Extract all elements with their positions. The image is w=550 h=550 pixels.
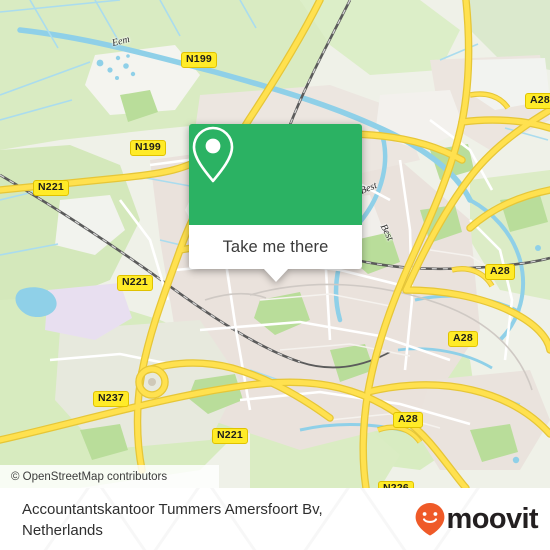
moovit-logo[interactable]: moovit — [414, 502, 539, 536]
road-shield: N221 — [212, 428, 248, 444]
road-shield: A28 — [525, 93, 550, 109]
card-cta-area[interactable]: Take me there — [189, 225, 362, 282]
road-shield: N221 — [117, 275, 153, 291]
card-pointer-tip — [262, 268, 289, 282]
take-me-there-card[interactable]: Take me there — [189, 124, 362, 282]
take-me-there-label: Take me there — [222, 237, 329, 256]
osm-attribution[interactable]: © OpenStreetMap contributors — [0, 465, 219, 488]
moovit-wordmark: moovit — [446, 502, 539, 535]
map-canvas[interactable]: N199 N199 N221 N221 N237 N221 N226 A28 A… — [0, 0, 550, 488]
road-shield: N237 — [93, 391, 129, 407]
moovit-map-screenshot: N199 N199 N221 N221 N237 N221 N226 A28 A… — [0, 0, 550, 550]
card-icon-area — [189, 124, 362, 225]
road-shield: A28 — [485, 264, 515, 280]
road-shield: N221 — [33, 180, 69, 196]
footer-bar: Accountantskantoor Tummers Amersfoort Bv… — [0, 488, 550, 550]
road-shield: A28 — [393, 412, 423, 428]
moovit-pin-icon — [415, 503, 444, 536]
map-pin-icon — [192, 126, 234, 183]
road-shield: A28 — [448, 331, 478, 347]
place-title: Accountantskantoor Tummers Amersfoort Bv… — [22, 501, 323, 539]
road-shield: N199 — [181, 52, 217, 68]
road-shield: N226 — [378, 481, 414, 488]
road-shield: N199 — [130, 140, 166, 156]
osm-attribution-text: © OpenStreetMap contributors — [11, 470, 168, 483]
